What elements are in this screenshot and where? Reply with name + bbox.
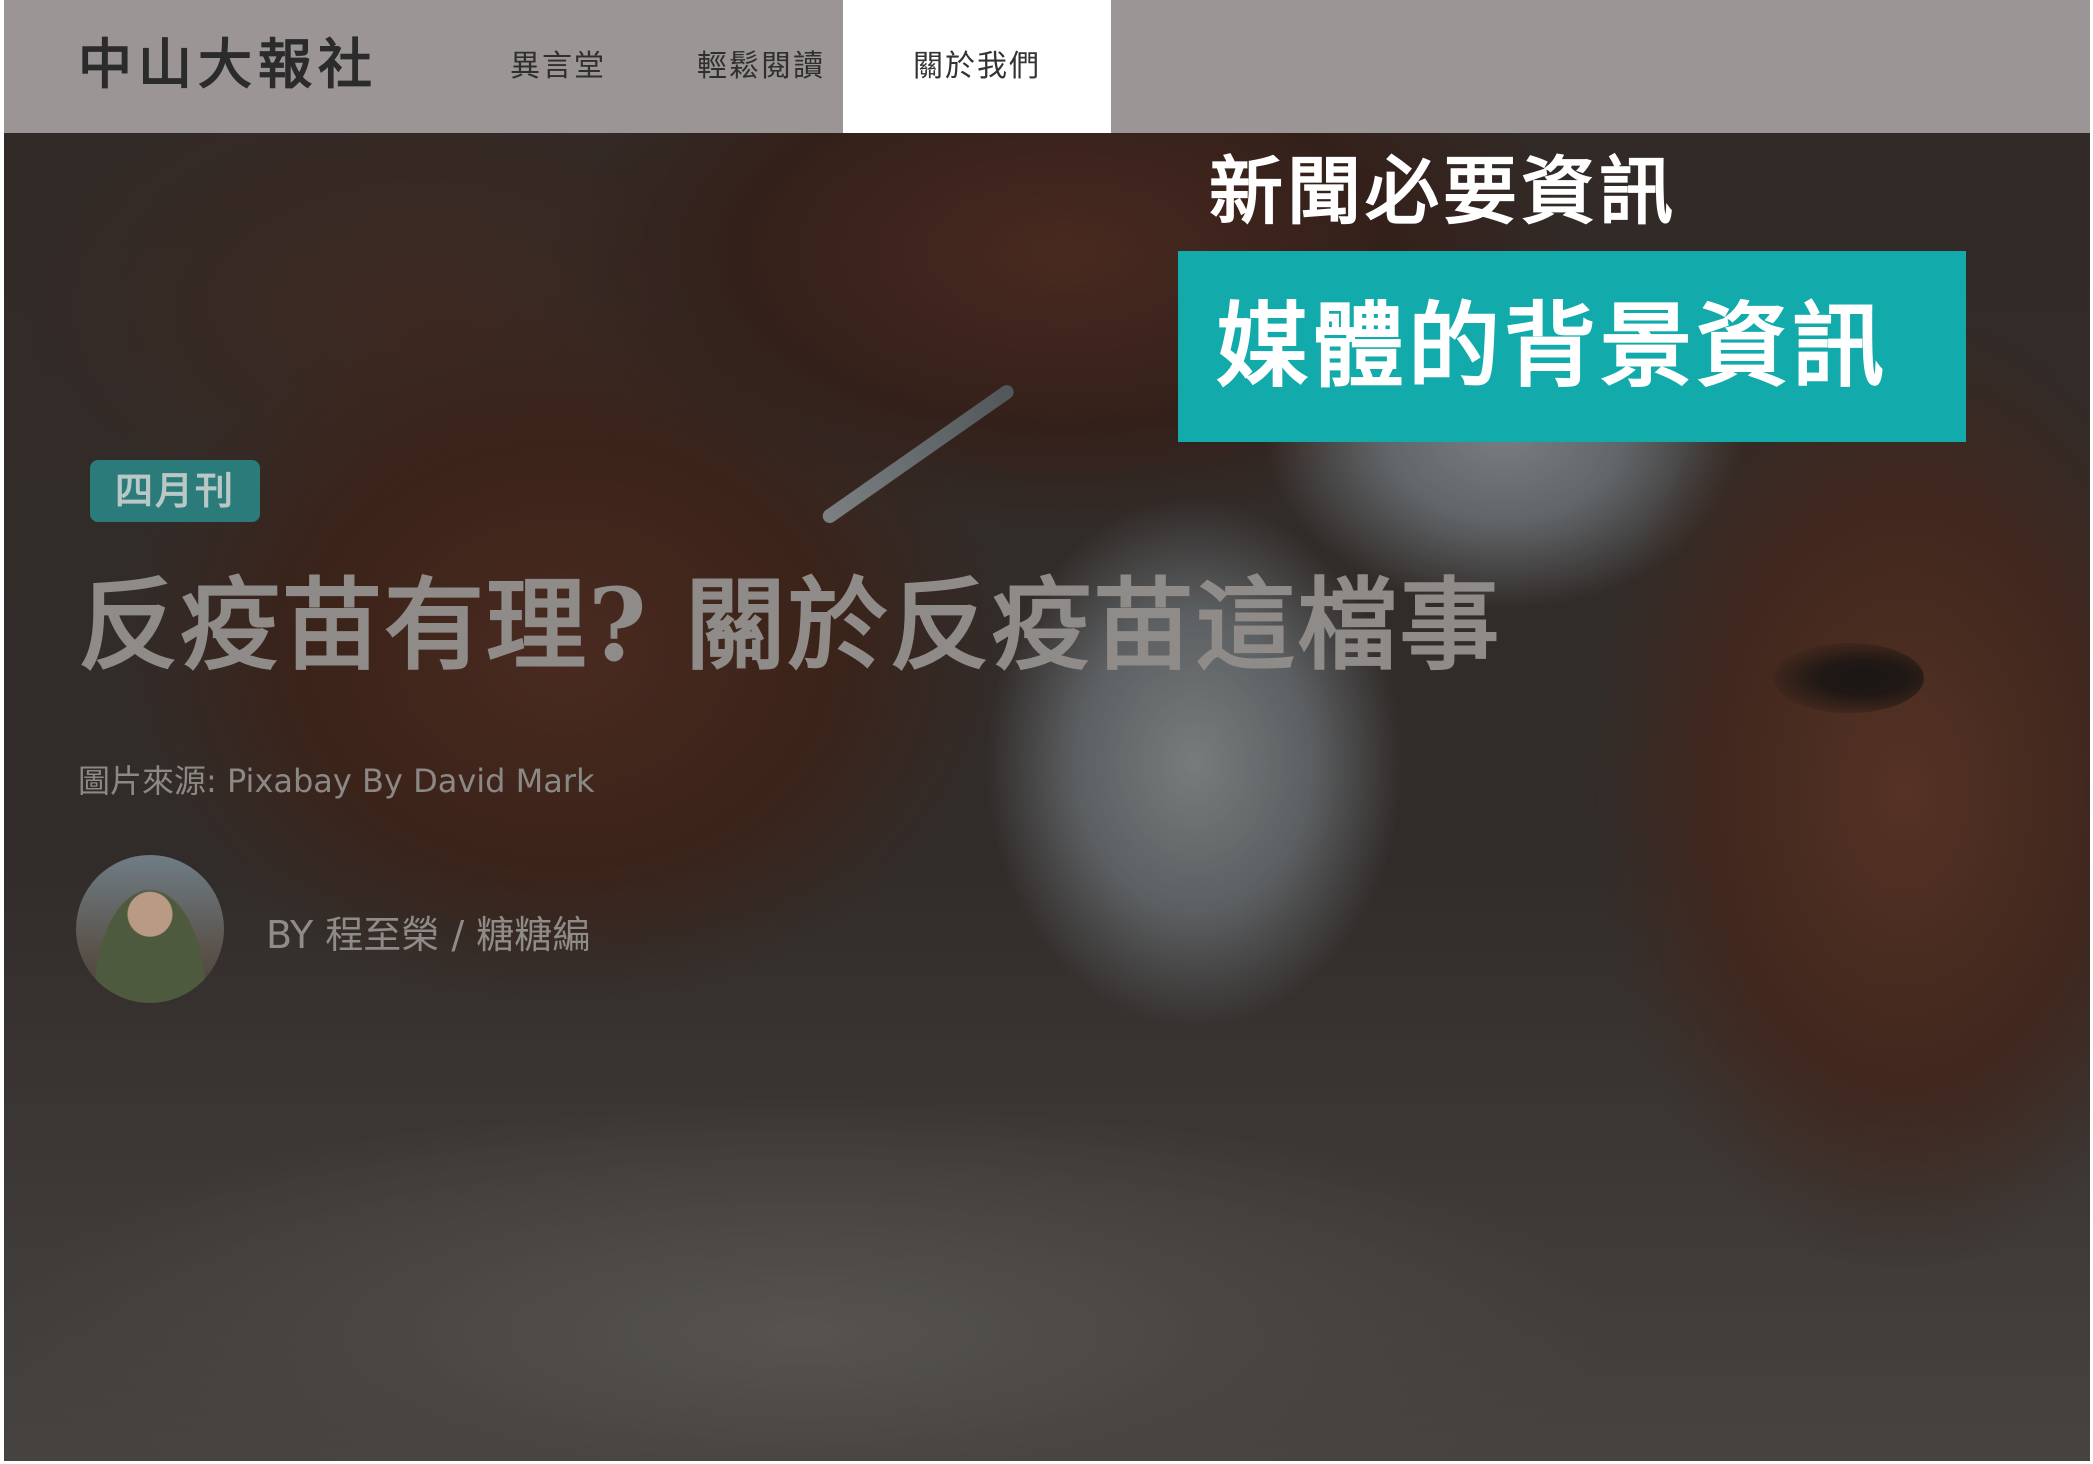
site-logo[interactable]: 中山大報社 — [78, 30, 378, 100]
annotation-highlight-box: 媒體的背景資訊 — [1178, 251, 1966, 442]
annotation-highlight-text: 媒體的背景資訊 — [1216, 293, 1889, 400]
page: 中山大報社 異言堂 輕鬆閱讀 關於我們 四月刊 反疫苗有理? 關於反疫苗這檔事 … — [4, 0, 2090, 1461]
nav-item-easy-reading[interactable]: 輕鬆閱讀 — [697, 0, 825, 133]
article-title: 反疫苗有理? 關於反疫苗這檔事 — [78, 566, 1502, 684]
author-byline: BY 程至榮 / 糖糖編 — [266, 904, 590, 959]
issue-badge[interactable]: 四月刊 — [90, 460, 260, 522]
annotation-title: 新聞必要資訊 — [1209, 149, 1677, 235]
byline-prefix: BY — [266, 913, 314, 957]
top-navigation: 中山大報社 異言堂 輕鬆閱讀 關於我們 — [4, 0, 2090, 133]
author-avatar[interactable] — [76, 855, 224, 1003]
image-credit: 圖片來源: Pixabay By David Mark — [78, 762, 595, 800]
nav-item-about-us[interactable]: 關於我們 — [843, 0, 1111, 133]
nav-item-yiyantang[interactable]: 異言堂 — [510, 0, 606, 133]
author-name[interactable]: 程至榮 / 糖糖編 — [325, 913, 590, 957]
